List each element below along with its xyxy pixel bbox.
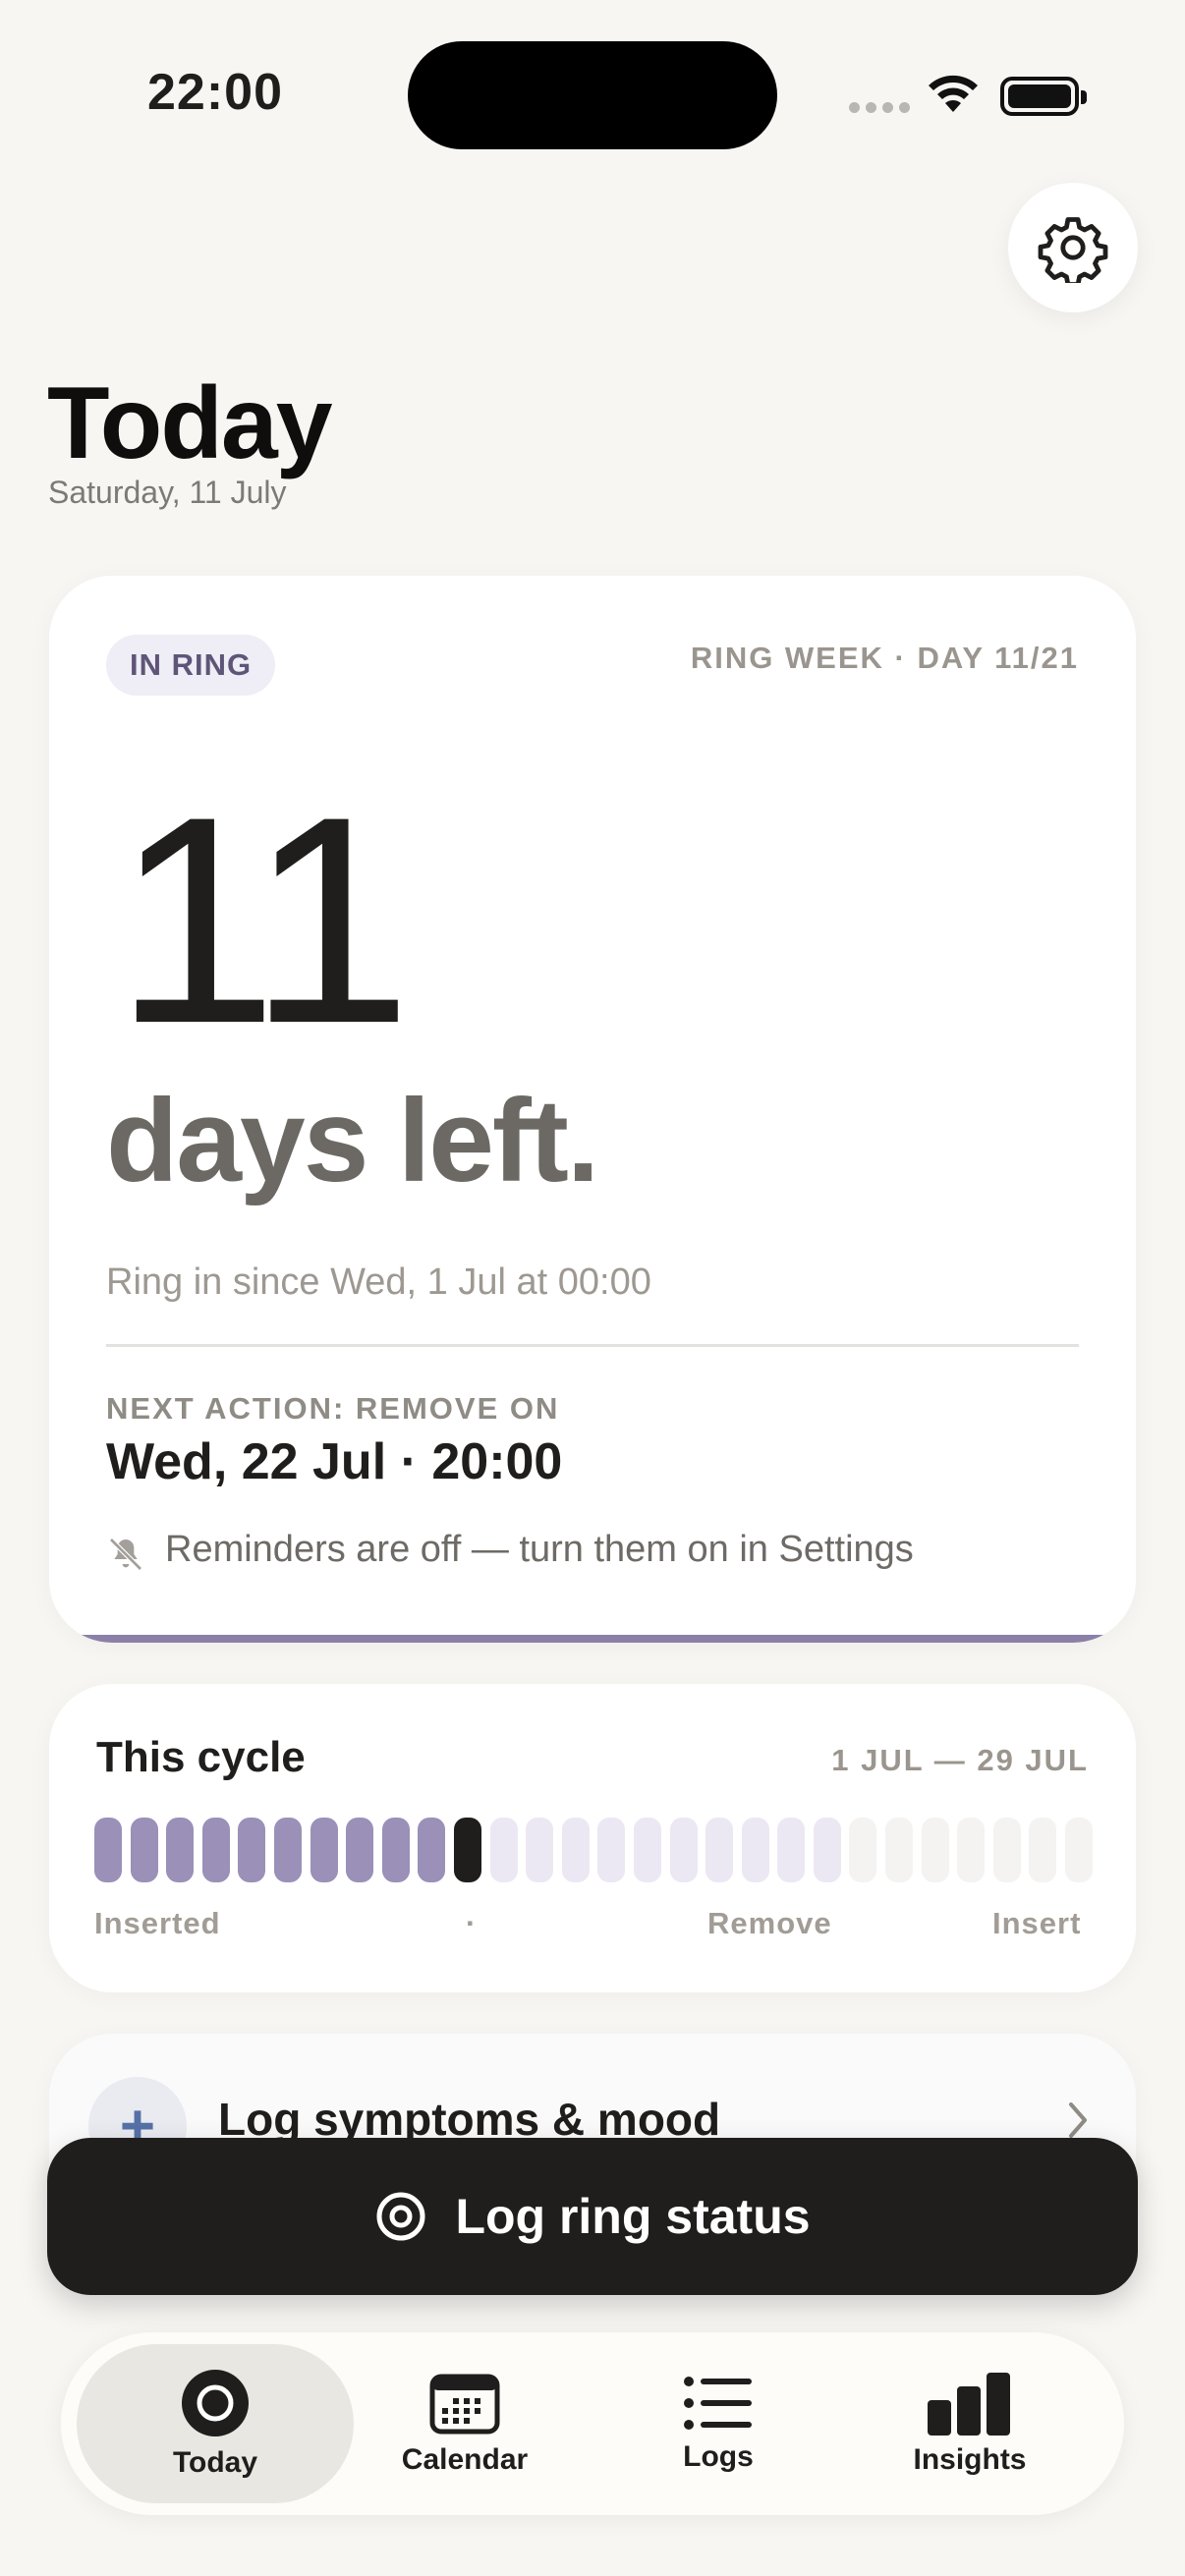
tab-insights-label: Insights (913, 2443, 1027, 2476)
cycle-day-bar (885, 1818, 914, 1882)
list-icon (684, 2377, 752, 2430)
tab-insights[interactable]: Insights (831, 2344, 1108, 2503)
cycle-day-bar (633, 1818, 661, 1882)
tab-today-label: Today (172, 2446, 258, 2479)
wifi-icon (929, 75, 978, 112)
cycle-day-bar (849, 1818, 877, 1882)
tab-today[interactable]: Today (77, 2344, 354, 2503)
page-title: Today (47, 366, 333, 480)
ring-status-card: IN RING RING WEEK · DAY 11/21 11 days le… (49, 576, 1136, 1643)
divider (106, 1344, 1079, 1347)
cycle-day-bar (561, 1818, 590, 1882)
page-date: Saturday, 11 July (48, 475, 287, 510)
cycle-card: This cycle 1 JUL — 29 JUL Inserted · Rem… (49, 1684, 1136, 1992)
cycle-day-bar (346, 1818, 374, 1882)
ring-week-label: RING WEEK · DAY 11/21 (690, 641, 1079, 675)
tab-calendar[interactable]: Calendar (326, 2344, 603, 2503)
cycle-day-bar (94, 1818, 122, 1882)
cycle-day-bar (1029, 1818, 1057, 1882)
chevron-right-icon (1069, 2102, 1087, 2138)
cycle-label-today: · (466, 1906, 478, 1940)
ring-since-text: Ring in since Wed, 1 Jul at 00:00 (106, 1261, 651, 1303)
days-left-caption: days left. (106, 1075, 599, 1206)
days-left-number: 11 (114, 755, 412, 1085)
cycle-title: This cycle (96, 1733, 306, 1781)
cycle-day-bar (597, 1818, 626, 1882)
battery-icon (1000, 77, 1087, 116)
ring-target-icon (376, 2192, 425, 2241)
cycle-day-bar (238, 1818, 266, 1882)
cycle-day-bar (310, 1818, 338, 1882)
cycle-day-bar (705, 1818, 734, 1882)
ring-icon (182, 2370, 249, 2436)
tab-calendar-label: Calendar (401, 2443, 529, 2476)
bell-off-icon (109, 1538, 142, 1571)
cycle-label-remove: Remove (707, 1906, 832, 1940)
cycle-day-bar (957, 1818, 986, 1882)
cycle-label-inserted: Inserted (94, 1906, 221, 1940)
gear-icon (1038, 217, 1108, 283)
cycle-day-bar (489, 1818, 518, 1882)
cycle-day-bar (130, 1818, 158, 1882)
cycle-day-bar (992, 1818, 1021, 1882)
cycle-day-bar (201, 1818, 230, 1882)
bar-chart-icon (928, 2373, 1010, 2436)
next-action-value: Wed, 22 Jul · 20:00 (106, 1433, 563, 1490)
cycle-day-bar (813, 1818, 841, 1882)
status-time: 22:00 (147, 64, 283, 121)
calendar-icon (429, 2374, 500, 2435)
dynamic-island (408, 41, 777, 149)
cycle-day-bar (273, 1818, 302, 1882)
cycle-day-bar (381, 1818, 410, 1882)
cycle-day-bars (94, 1818, 1094, 1882)
cycle-day-bar (526, 1818, 554, 1882)
cycle-day-bar (166, 1818, 195, 1882)
tab-logs[interactable]: Logs (580, 2344, 857, 2503)
cycle-day-bar (669, 1818, 698, 1882)
next-action-label: NEXT ACTION: REMOVE ON (106, 1391, 560, 1426)
log-ring-status-button[interactable]: Log ring status (47, 2138, 1138, 2295)
cycle-label-insert: Insert (992, 1906, 1082, 1940)
cellular-signal-icon (849, 102, 910, 113)
status-badge: IN RING (106, 635, 276, 696)
cycle-day-bar (1065, 1818, 1094, 1882)
tab-bar: Today Calendar Logs Insights (61, 2332, 1124, 2515)
reminder-status-text: Reminders are off — turn them on in Sett… (165, 1529, 914, 1570)
settings-button[interactable] (1008, 183, 1138, 312)
cycle-day-bar (741, 1818, 769, 1882)
cycle-day-bar (453, 1818, 481, 1882)
cycle-day-bar (921, 1818, 949, 1882)
log-ring-status-label: Log ring status (455, 2189, 811, 2244)
cycle-day-bar (777, 1818, 806, 1882)
cycle-range: 1 JUL — 29 JUL (831, 1743, 1089, 1777)
cycle-day-bar (418, 1818, 446, 1882)
tab-logs-label: Logs (683, 2440, 754, 2473)
